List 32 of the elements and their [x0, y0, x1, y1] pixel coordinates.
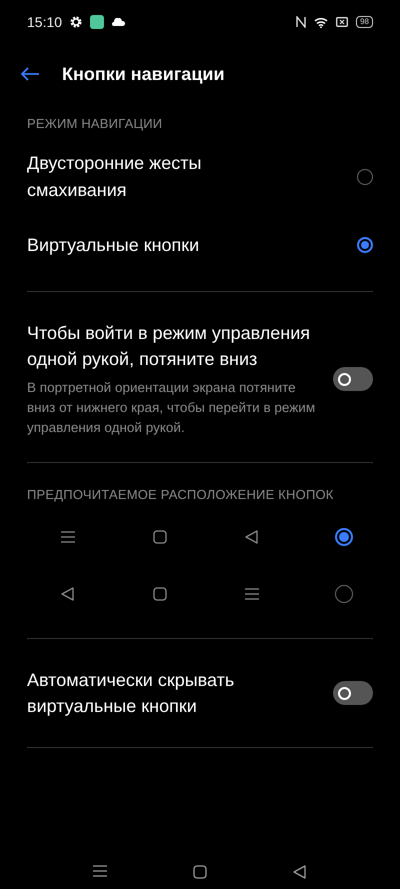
- wifi-icon: [314, 16, 328, 28]
- option-label: Виртуальные кнопки: [27, 234, 200, 257]
- square-icon: [153, 586, 167, 600]
- toggle-switch[interactable]: [333, 367, 373, 391]
- back-arrow-icon[interactable]: [20, 67, 40, 81]
- setting-title: Автоматически скрывать виртуальные кнопки: [27, 669, 236, 718]
- menu-icon: [61, 530, 75, 542]
- menu-icon: [245, 588, 259, 600]
- menu-icon: [93, 865, 107, 877]
- square-icon: [193, 865, 207, 879]
- square-icon: [153, 530, 167, 544]
- section-heading: РЕЖИМ НАВИГАЦИИ: [26, 115, 164, 133]
- radio-button[interactable]: [357, 169, 373, 185]
- triangle-icon: [61, 586, 75, 600]
- clock: 15:10: [27, 14, 62, 30]
- cloud-icon: [112, 18, 126, 26]
- app-icon: [90, 15, 104, 29]
- gear-icon: [70, 16, 82, 28]
- radio-button[interactable]: [335, 528, 353, 546]
- sim-icon: [336, 17, 348, 27]
- setting-title: Чтобы войти в режим управления одной рукой, потяните вниз: [27, 322, 312, 371]
- nfc-icon: [296, 16, 306, 28]
- battery-indicator: 98: [356, 16, 373, 28]
- setting-description: В портретной ориентации экрана потяните вниз от нижнего края, чтобы перейти в режим управления одной рукой.: [27, 379, 316, 437]
- page-title: Кнопки навигации: [62, 64, 225, 84]
- triangle-icon: [245, 530, 259, 544]
- radio-button[interactable]: [335, 584, 353, 602]
- section-heading: ПРЕДПОЧИТАЕМОЕ РАСПОЛОЖЕНИЕ КНОПОК: [26, 486, 335, 504]
- radio-button[interactable]: [357, 237, 373, 253]
- toggle-switch[interactable]: [333, 681, 373, 705]
- option-label: Двусторонние жесты смахивания: [27, 152, 202, 202]
- triangle-icon: [293, 865, 307, 879]
